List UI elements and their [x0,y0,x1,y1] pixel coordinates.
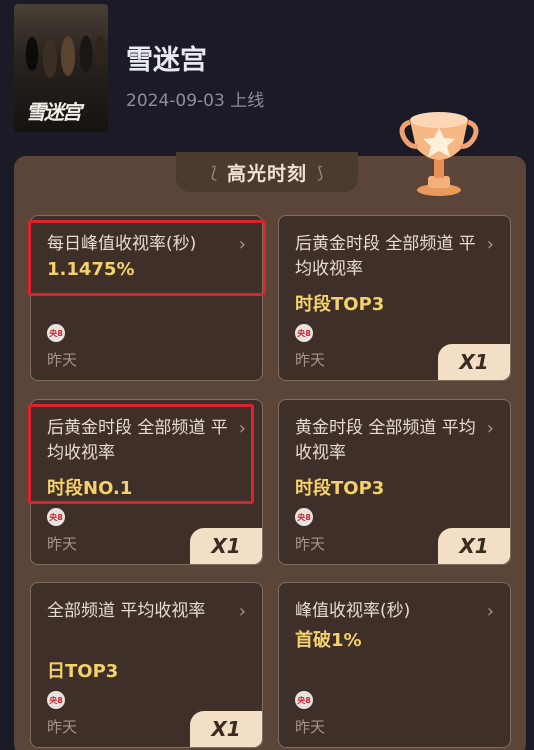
chevron-right-icon[interactable]: › [487,601,494,622]
card-time: 昨天 [295,718,326,736]
cctv8-icon: 央8 [47,324,65,342]
chevron-right-icon[interactable]: › [487,418,494,439]
chevron-right-icon[interactable]: › [487,234,494,255]
poster-figures [14,14,108,92]
card-value: 时段TOP3 [295,478,385,499]
cctv8-icon: 央8 [295,691,313,709]
highlight-card[interactable]: 后黄金时段 全部频道 平均收视率 › 时段TOP3 央8 昨天 X1 [278,215,511,381]
trophy-icon [399,112,479,196]
card-label: 黄金时段 全部频道 平均收视率 [295,418,476,463]
show-title: 雪迷宫 [126,45,207,76]
card-time: 昨天 [295,351,326,369]
card-value: 首破1% [295,630,362,651]
highlight-card[interactable]: 黄金时段 全部频道 平均收视率 › 时段TOP3 央8 昨天 X1 [278,399,511,565]
highlight-card[interactable]: 全部频道 平均收视率 › 日TOP3 央8 昨天 X1 [30,582,263,748]
card-label: 后黄金时段 全部频道 平均收视率 [295,234,476,279]
card-value: 日TOP3 [47,661,119,682]
count-badge: X1 [438,344,510,380]
card-label: 全部频道 平均收视率 [47,601,206,621]
chevron-right-icon[interactable]: › [239,601,246,622]
count-badge: X1 [190,528,262,564]
header-deco-left: ⟅ [210,162,217,182]
highlights-title: 高光时刻 [226,162,307,185]
highlight-card[interactable]: 峰值收视率(秒) › 首破1% 央8 昨天 [278,582,511,748]
show-poster[interactable]: 雪迷宫 [14,4,108,132]
card-label: 峰值收视率(秒) [295,601,411,621]
cctv8-icon: 央8 [295,324,313,342]
release-date: 2024-09-03 上线 [126,91,265,111]
count-badge: X1 [190,711,262,747]
highlights-header: ⟅ 高光时刻 ⟆ [176,152,358,192]
cctv8-icon: 央8 [47,691,65,709]
card-time: 昨天 [295,535,326,553]
count-badge: X1 [438,528,510,564]
highlight-box-1 [28,220,266,296]
header-deco-right: ⟆ [317,162,324,182]
card-time: 昨天 [47,351,78,369]
card-value: 时段TOP3 [295,294,385,315]
poster-logo: 雪迷宫 [26,100,82,124]
cctv8-icon: 央8 [47,508,65,526]
card-time: 昨天 [47,718,78,736]
card-time: 昨天 [47,535,78,553]
highlight-box-2 [28,404,254,504]
cctv8-icon: 央8 [295,508,313,526]
